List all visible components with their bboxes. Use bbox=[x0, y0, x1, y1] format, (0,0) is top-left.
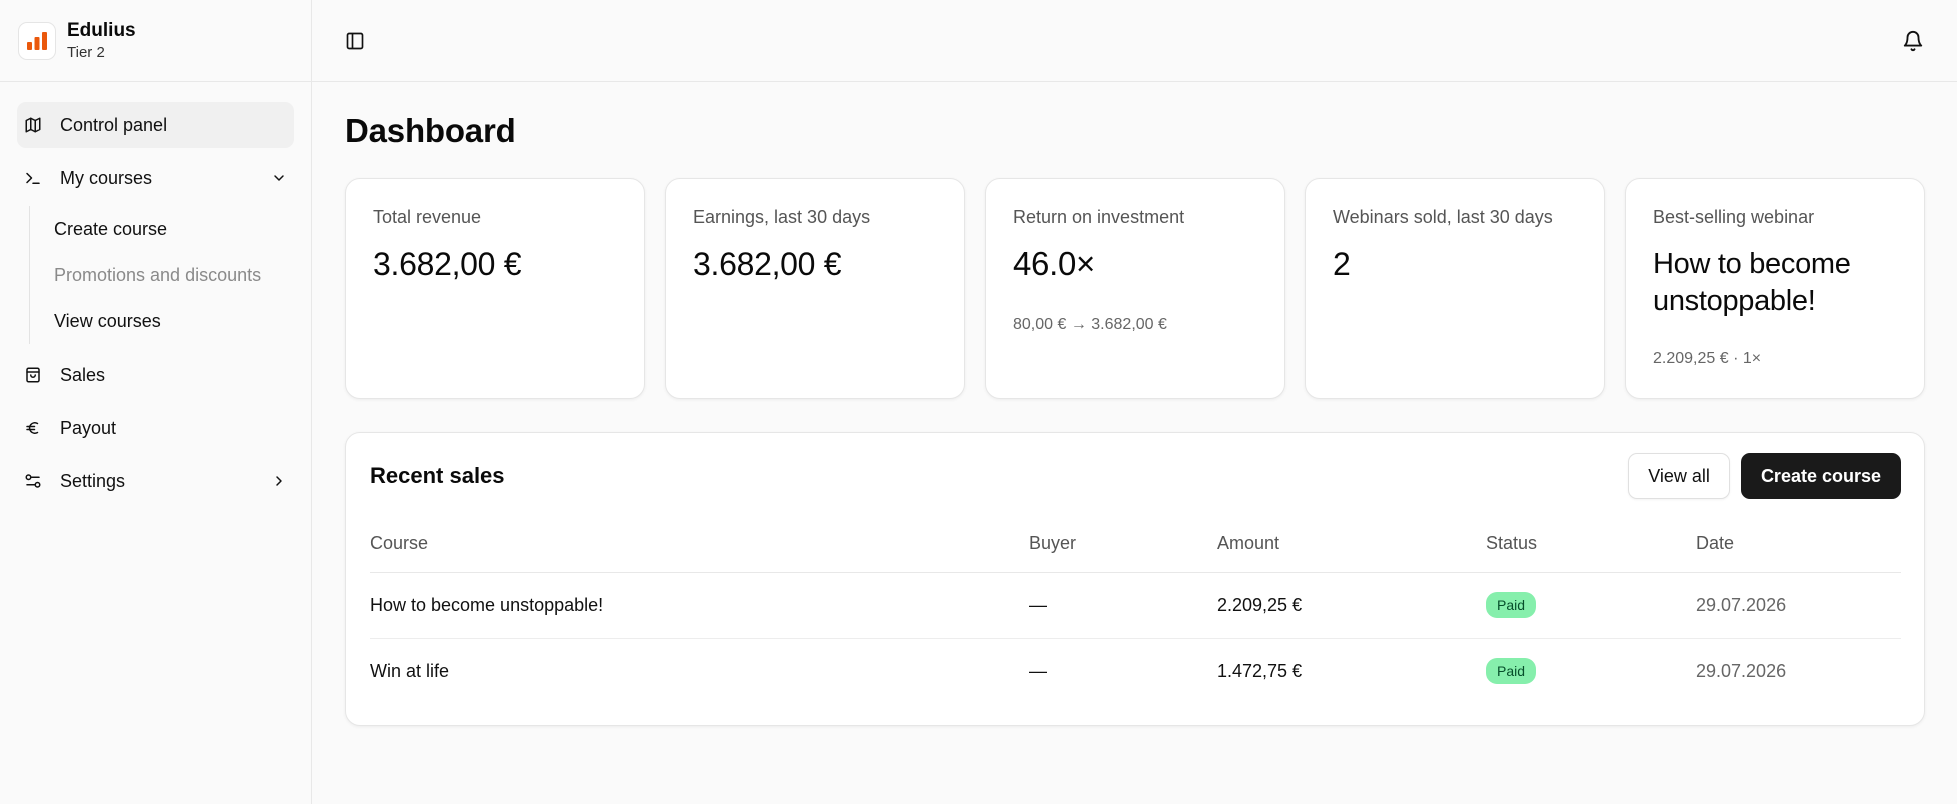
view-all-button[interactable]: View all bbox=[1628, 453, 1730, 499]
stat-label: Best-selling webinar bbox=[1653, 207, 1815, 227]
table-row[interactable]: Win at life — 1.472,75 € Paid 29.07.2026 bbox=[370, 638, 1901, 704]
notifications-button[interactable] bbox=[1895, 23, 1931, 59]
main-area: Dashboard Total revenue 3.682,00 € Earni… bbox=[312, 0, 1957, 804]
column-header-course: Course bbox=[370, 518, 1029, 573]
column-header-date: Date bbox=[1696, 518, 1901, 573]
brand-header[interactable]: Edulius Tier 2 bbox=[0, 0, 311, 82]
page-title: Dashboard bbox=[345, 112, 516, 149]
stat-label: Earnings, last 30 days bbox=[693, 207, 871, 227]
sidebar-nav: Control panel My courses Create course P… bbox=[0, 82, 311, 531]
shopping-bag-icon bbox=[23, 365, 43, 385]
dashboard-content: Dashboard Total revenue 3.682,00 € Earni… bbox=[312, 82, 1957, 726]
brand-tier: Tier 2 bbox=[67, 43, 105, 61]
bell-icon bbox=[1903, 30, 1923, 51]
stat-value: 46.0× bbox=[1013, 245, 1095, 282]
status-badge: Paid bbox=[1486, 658, 1537, 685]
sidebar-item-label: Control panel bbox=[60, 114, 168, 135]
recent-sales-panel: Recent sales View all Create course Cour… bbox=[345, 432, 1925, 726]
stat-value: 3.682,00 € bbox=[373, 246, 522, 282]
app-root: Edulius Tier 2 Control panel My courses … bbox=[0, 0, 1957, 804]
stat-value: How to become unstoppable! bbox=[1653, 248, 1851, 317]
stat-value: 2 bbox=[1333, 246, 1351, 282]
my-courses-submenu: Create course Promotions and discounts V… bbox=[29, 206, 294, 344]
cell-amount: 2.209,25 € bbox=[1217, 572, 1486, 639]
chevron-down-icon bbox=[270, 169, 288, 187]
sidebar-item-label: Sales bbox=[60, 364, 106, 385]
sidebar-toggle-button[interactable] bbox=[337, 23, 373, 59]
sidebar-item-my-courses[interactable]: My courses bbox=[17, 155, 294, 201]
stat-card-best-selling: Best-selling webinar How to become unsto… bbox=[1625, 178, 1925, 399]
create-course-button[interactable]: Create course bbox=[1740, 453, 1901, 499]
sidebar-subitem-promotions[interactable]: Promotions and discounts bbox=[30, 252, 294, 298]
table-row[interactable]: How to become unstoppable! — 2.209,25 € … bbox=[370, 572, 1901, 639]
terminal-icon bbox=[23, 168, 43, 188]
cell-status: Paid bbox=[1486, 572, 1696, 639]
cell-amount: 1.472,75 € bbox=[1217, 660, 1303, 681]
recent-sales-header: Recent sales View all Create course bbox=[370, 452, 1901, 500]
sidebar-item-label: Settings bbox=[60, 470, 126, 491]
brand-logo-icon bbox=[18, 21, 56, 60]
recent-sales-table: Course Buyer Amount Status Date How to b… bbox=[370, 518, 1901, 704]
stat-label: Total revenue bbox=[373, 207, 482, 227]
recent-sales-actions: View all Create course bbox=[1628, 453, 1901, 499]
sidebar-item-settings[interactable]: Settings bbox=[17, 458, 294, 504]
cell-buyer: — bbox=[1029, 660, 1047, 681]
sidebar-subitem-view-courses[interactable]: View courses bbox=[30, 298, 294, 344]
stat-card-earnings-30d: Earnings, last 30 days 3.682,00 € bbox=[665, 178, 965, 399]
sidebar-item-payout[interactable]: Payout bbox=[17, 405, 294, 451]
stat-label: Return on investment bbox=[1013, 207, 1185, 227]
table-header-row: Course Buyer Amount Status Date bbox=[370, 518, 1901, 573]
cell-course: Win at life bbox=[370, 660, 450, 681]
sidebar-item-control-panel[interactable]: Control panel bbox=[17, 102, 294, 148]
stat-card-webinars-sold: Webinars sold, last 30 days 2 bbox=[1305, 178, 1605, 399]
status-badge: Paid bbox=[1486, 592, 1537, 618]
stat-subtext: 80,00 € → 3.682,00 € bbox=[1013, 316, 1167, 333]
recent-sales-title: Recent sales bbox=[370, 463, 505, 488]
sidebar-subitem-create-course[interactable]: Create course bbox=[30, 206, 294, 252]
sidebar-toggle-icon bbox=[346, 32, 364, 49]
stat-card-total-revenue: Total revenue 3.682,00 € bbox=[345, 178, 645, 399]
cell-buyer: — bbox=[1029, 572, 1217, 639]
sidebar: Edulius Tier 2 Control panel My courses … bbox=[0, 0, 312, 804]
cell-status: Paid bbox=[1486, 638, 1696, 704]
cell-course: How to become unstoppable! bbox=[370, 572, 1029, 639]
sidebar-item-sales[interactable]: Sales bbox=[17, 352, 294, 398]
brand-name: Edulius bbox=[67, 19, 136, 41]
chevron-right-icon bbox=[270, 472, 288, 490]
stats-cards: Total revenue 3.682,00 € Earnings, last … bbox=[345, 178, 1925, 399]
stat-card-roi: Return on investment 46.0× 80,00 € → 3.6… bbox=[985, 178, 1285, 399]
stat-label: Webinars sold, last 30 days bbox=[1333, 207, 1553, 227]
column-header-amount: Amount bbox=[1217, 518, 1486, 573]
stat-value: 3.682,00 € bbox=[693, 246, 842, 282]
sidebar-item-label: Payout bbox=[60, 417, 117, 438]
column-header-status: Status bbox=[1486, 518, 1696, 573]
cell-date: 29.07.2026 bbox=[1696, 660, 1787, 681]
euro-icon bbox=[23, 418, 43, 438]
brand-text: Edulius Tier 2 bbox=[67, 19, 136, 63]
sidebar-item-label: My courses bbox=[60, 167, 153, 188]
stat-subtext: 2.209,25 € · 1× bbox=[1653, 350, 1762, 367]
cell-date: 29.07.2026 bbox=[1696, 572, 1901, 639]
map-icon bbox=[23, 115, 43, 135]
topbar bbox=[312, 0, 1957, 82]
sliders-icon bbox=[23, 471, 43, 491]
column-header-buyer: Buyer bbox=[1029, 518, 1217, 573]
